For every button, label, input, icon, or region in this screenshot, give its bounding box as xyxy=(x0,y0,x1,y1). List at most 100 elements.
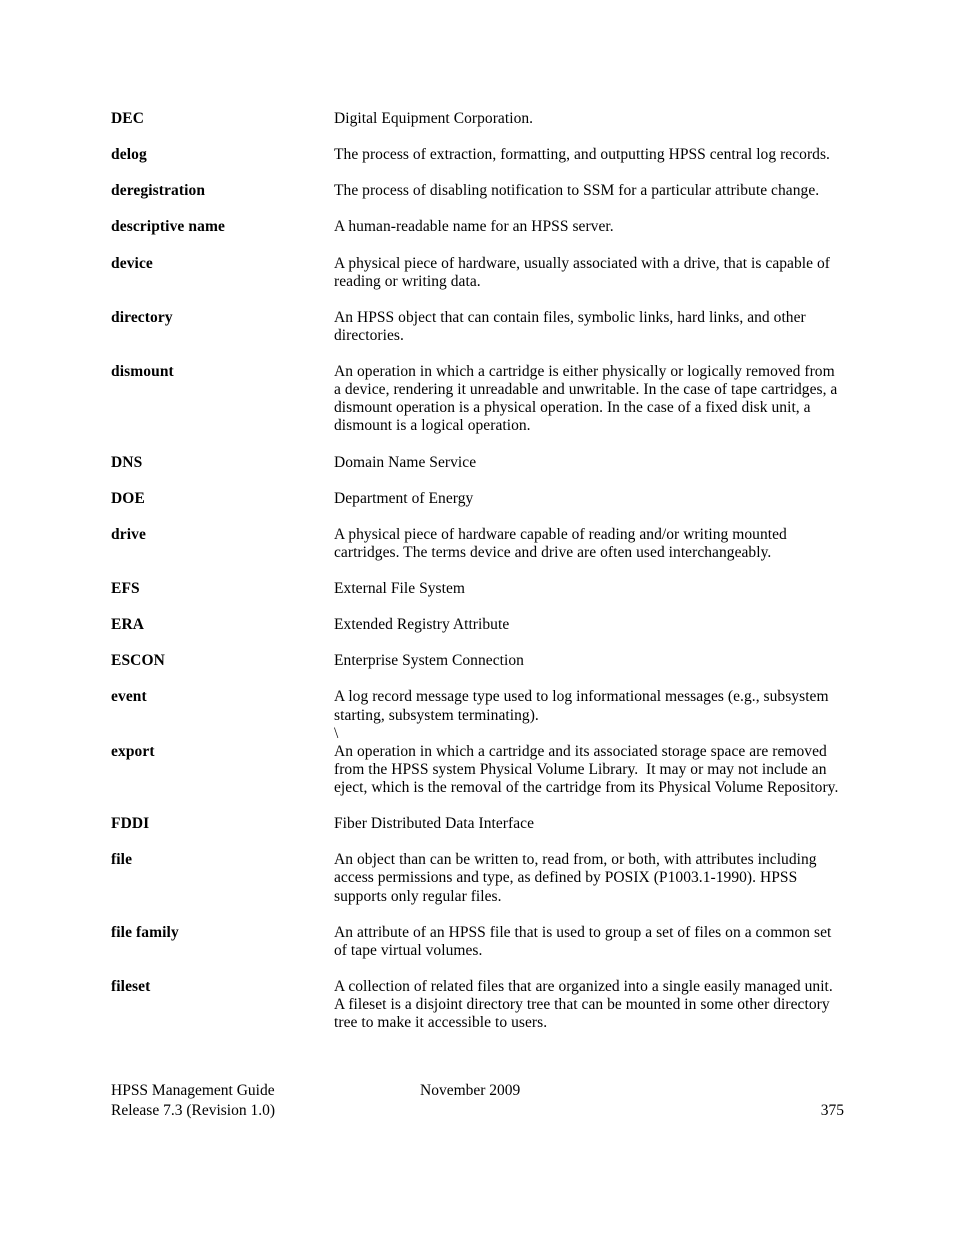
glossary-entry: dismount An operation in which a cartridg… xyxy=(111,363,850,454)
glossary-term: FDDI xyxy=(111,815,150,833)
glossary-entry: deregistration The process of disabling n… xyxy=(111,182,850,218)
definition-line: starting, subsystem terminating). xyxy=(334,706,539,724)
glossary-term: descriptive name xyxy=(111,218,225,236)
glossary-definition: An operation in which a cartridge and it… xyxy=(334,743,850,815)
glossary-entry: file family An attribute of an HPSS file … xyxy=(111,924,850,978)
definition-line: Fiber Distributed Data Interface xyxy=(334,815,535,833)
definition-line: Department of Energy xyxy=(334,489,474,507)
glossary-definition: Digital Equipment Corporation. xyxy=(334,110,850,146)
glossary-definition: An attribute of an HPSS file that is use… xyxy=(334,924,850,978)
glossary-definition: A physical piece of hardware, usually as… xyxy=(334,255,850,309)
glossary-term: DEC xyxy=(111,110,145,127)
glossary-term: EFS xyxy=(111,580,140,597)
glossary-definition: Department of Energy xyxy=(334,490,850,526)
definition-line: a device, rendering it unreadable and un… xyxy=(334,381,838,399)
definition-line: from the HPSS system Physical Volume Lib… xyxy=(334,760,827,778)
glossary-definition: External File System xyxy=(334,580,850,616)
glossary-term: deregistration xyxy=(111,182,206,200)
glossary-term: event xyxy=(111,688,147,706)
definition-line: The process of extraction, formatting, a… xyxy=(334,146,830,164)
glossary-term: DOE xyxy=(111,489,145,507)
definition-line: of tape virtual volumes. xyxy=(334,941,483,959)
glossary-entry: DNS Domain Name Service xyxy=(111,454,850,490)
glossary-definition: A log record message type used to log in… xyxy=(334,688,850,742)
definition-line: An operation in which a cartridge and it… xyxy=(334,742,827,760)
glossary-entry: device A physical piece of hardware, usua… xyxy=(111,255,850,309)
glossary-definition: An HPSS object that can contain files, s… xyxy=(334,309,850,363)
footer-row-bottom: Release 7.3 (Revision 1.0) 375 xyxy=(111,1101,844,1121)
glossary-entries: DEC Digital Equipment Corporation. delog Th… xyxy=(111,110,850,1032)
glossary-entry: directory An HPSS object that can contain… xyxy=(111,309,850,363)
glossary-entry: descriptive name A human-readable name fo… xyxy=(111,218,850,254)
glossary-term: ERA xyxy=(111,616,145,634)
glossary-definition: The process of extraction, formatting, a… xyxy=(334,146,850,182)
footer-date: November 2009 xyxy=(420,1082,521,1099)
definition-line: An HPSS object that can contain files, s… xyxy=(334,308,806,326)
glossary-definition: A physical piece of hardware capable of … xyxy=(334,526,850,580)
definition-line: dismount operation is a physical operati… xyxy=(334,399,811,417)
definition-line: Extended Registry Attribute xyxy=(334,616,510,634)
glossary-definition: An object than can be written to, read f… xyxy=(334,851,850,923)
glossary-definition: A collection of related files that are o… xyxy=(334,978,850,1032)
glossary-entry: file An object than can be written to, re… xyxy=(111,851,850,923)
glossary-term: dismount xyxy=(111,363,174,380)
glossary-definition: A human-readable name for an HPSS server… xyxy=(334,218,850,254)
footer-release: Release 7.3 (Revision 1.0) xyxy=(111,1102,276,1119)
glossary-term: ESCON xyxy=(111,652,165,670)
definition-line: Enterprise System Connection xyxy=(334,652,524,670)
definition-line: cartridges. The terms device and drive a… xyxy=(334,543,772,561)
glossary-term: fileset xyxy=(111,977,151,995)
definition-line: supports only regular files. xyxy=(334,887,502,905)
glossary-entry: event A log record message type used to l… xyxy=(111,688,850,742)
glossary-entry: fileset A collection of related files tha… xyxy=(111,978,850,1032)
definition-line: tree to make it accessible to users. xyxy=(334,1014,548,1032)
glossary-term: export xyxy=(111,742,155,760)
glossary-term: drive xyxy=(111,525,146,543)
glossary-definition: Extended Registry Attribute xyxy=(334,616,850,652)
footer-row-top: HPSS Management Guide November 2009 xyxy=(111,1081,844,1101)
definition-line: A collection of related files that are o… xyxy=(334,977,833,995)
definition-line: Domain Name Service xyxy=(334,453,477,471)
glossary-entry: FDDI Fiber Distributed Data Interface xyxy=(111,815,850,851)
glossary-entry: ESCON Enterprise System Connection xyxy=(111,652,850,688)
definition-line: A fileset is a disjoint directory tree t… xyxy=(334,996,830,1013)
glossary-term: file family xyxy=(111,923,179,941)
glossary-definition: An operation in which a cartridge is eit… xyxy=(334,363,850,454)
glossary-term: delog xyxy=(111,146,147,164)
definition-line: A log record message type used to log in… xyxy=(334,688,829,706)
definition-line: A human-readable name for an HPSS server… xyxy=(334,218,614,236)
glossary-entry: export An operation in which a cartridge … xyxy=(111,743,850,815)
glossary-term: device xyxy=(111,254,153,272)
glossary-table: DEC Digital Equipment Corporation. delog Th… xyxy=(111,110,850,1032)
definition-line: A physical piece of hardware, usually as… xyxy=(334,254,830,272)
definition-line: A physical piece of hardware capable of … xyxy=(334,525,787,543)
definition-line: reading or writing data. xyxy=(334,272,481,290)
definition-line: An object than can be written to, read f… xyxy=(334,851,817,869)
footer-guide-title: HPSS Management Guide xyxy=(111,1082,275,1099)
footer-page-number: 375 xyxy=(820,1102,844,1119)
glossary-entry: DEC Digital Equipment Corporation. xyxy=(111,110,850,146)
definition-line: access permissions and type, as defined … xyxy=(334,869,798,887)
definition-line: An attribute of an HPSS file that is use… xyxy=(334,923,832,941)
glossary-entry: DOE Department of Energy xyxy=(111,490,850,526)
glossary-content: DEC Digital Equipment Corporation. delog Th… xyxy=(111,110,850,1032)
glossary-definition: Domain Name Service xyxy=(334,454,850,490)
definition-line: Digital Equipment Corporation. xyxy=(334,110,534,127)
definition-line: External File System xyxy=(334,580,466,597)
definition-line: directories. xyxy=(334,326,404,344)
definition-line: eject, which is the removal of the cartr… xyxy=(334,779,839,796)
glossary-entry: ERA Extended Registry Attribute xyxy=(111,616,850,652)
glossary-definition: Enterprise System Connection xyxy=(334,652,850,688)
glossary-entry: EFS External File System xyxy=(111,580,850,616)
definition-line: The process of disabling notification to… xyxy=(334,182,820,200)
glossary-term: directory xyxy=(111,308,173,326)
stray-backslash-mark: \ xyxy=(334,724,339,742)
glossary-entry: delog The process of extraction, formatti… xyxy=(111,146,850,182)
glossary-term: file xyxy=(111,851,133,869)
glossary-definition: The process of disabling notification to… xyxy=(334,182,850,218)
glossary-term: DNS xyxy=(111,453,143,471)
page-footer: HPSS Management Guide November 2009 Rele… xyxy=(111,1081,844,1121)
definition-line: An operation in which a cartridge is eit… xyxy=(334,363,835,380)
glossary-definition: Fiber Distributed Data Interface xyxy=(334,815,850,851)
definition-line: dismount is a logical operation. xyxy=(334,417,531,435)
